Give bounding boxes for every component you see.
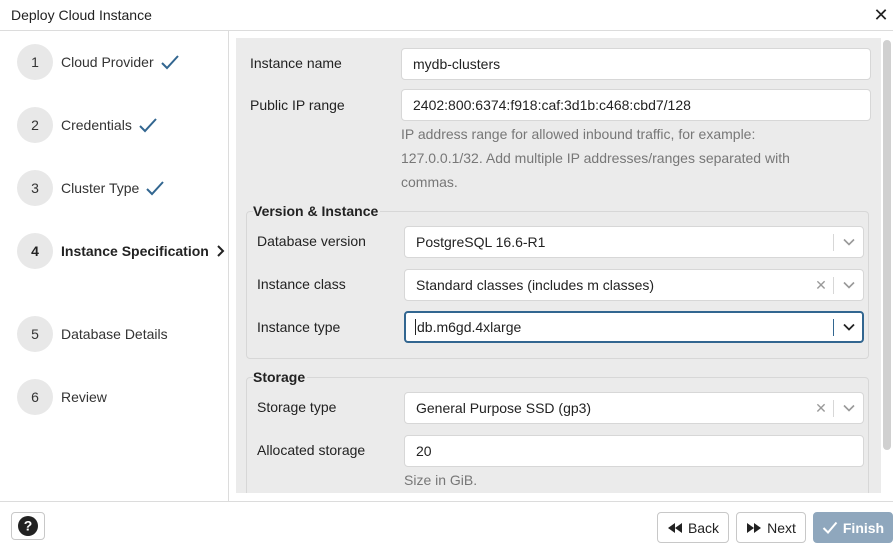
step-database-details[interactable]: 5 Database Details (17, 316, 168, 352)
clear-icon[interactable]: ✕ (814, 270, 828, 300)
chevron-down-icon[interactable] (842, 278, 856, 292)
chevron-down-icon[interactable] (842, 401, 856, 415)
instance-type-text: db.m6gd.4xlarge (417, 319, 522, 335)
allocated-storage-input[interactable]: 20 (404, 435, 864, 467)
instance-type-value: db.m6gd.4xlarge (415, 313, 521, 341)
form-panel: Instance name mydb-clusters Public IP ra… (236, 38, 881, 493)
text-caret (415, 319, 416, 336)
storage-title: Storage (253, 369, 308, 385)
step-label: Instance Specification (61, 243, 209, 259)
back-button[interactable]: Back (657, 512, 729, 543)
public-ip-help: IP address range for allowed inbound tra… (401, 122, 871, 194)
step-number: 1 (17, 44, 53, 80)
database-version-value: PostgreSQL 16.6-R1 (416, 234, 546, 250)
finish-button[interactable]: Finish (813, 512, 893, 543)
storage-type-label: Storage type (257, 399, 337, 415)
chevron-down-icon[interactable] (842, 235, 856, 249)
select-separator (833, 400, 834, 417)
allocated-storage-help: Size in GiB. (404, 472, 478, 488)
instance-class-label: Instance class (257, 276, 346, 292)
step-number: 2 (17, 107, 53, 143)
next-label: Next (767, 519, 796, 536)
check-icon (138, 117, 158, 133)
chevron-down-icon[interactable] (842, 320, 856, 334)
instance-type-label: Instance type (257, 319, 341, 335)
step-label: Database Details (61, 326, 168, 342)
allocated-storage-label: Allocated storage (257, 442, 366, 458)
step-number: 3 (17, 170, 53, 206)
close-icon[interactable]: ✕ (871, 4, 891, 26)
question-icon: ? (18, 516, 38, 536)
step-number: 5 (17, 316, 53, 352)
step-label: Cloud Provider (61, 54, 154, 70)
check-icon (160, 54, 180, 70)
wizard-steps: 1 Cloud Provider 2 Credentials 3 Cluster… (0, 31, 229, 501)
step-label: Cluster Type (61, 180, 140, 196)
step-instance-specification[interactable]: 4 Instance Specification (17, 233, 227, 269)
select-separator (833, 319, 834, 336)
instance-type-select[interactable]: db.m6gd.4xlarge (404, 311, 864, 343)
instance-name-label: Instance name (250, 55, 342, 71)
step-number: 6 (17, 379, 53, 415)
select-separator (833, 277, 834, 294)
dialog-footer: ? Back Next Finish (0, 501, 893, 554)
check-icon (145, 180, 165, 196)
help-button[interactable]: ? (11, 512, 45, 540)
help-line: IP address range for allowed inbound tra… (401, 126, 756, 142)
database-version-label: Database version (257, 233, 366, 249)
fast-forward-icon (747, 522, 762, 533)
instance-name-input[interactable]: mydb-clusters (401, 48, 871, 80)
clear-icon[interactable]: ✕ (814, 393, 828, 423)
question-glyph: ? (24, 518, 33, 534)
step-cloud-provider[interactable]: 1 Cloud Provider (17, 44, 180, 80)
step-number: 4 (17, 233, 53, 269)
select-separator (833, 234, 834, 251)
help-line: 127.0.0.1/32. Add multiple IP addresses/… (401, 150, 790, 166)
check-icon (822, 521, 838, 534)
next-button[interactable]: Next (736, 512, 806, 543)
finish-label: Finish (842, 519, 885, 536)
rewind-icon (667, 522, 682, 533)
content-scrollbar[interactable] (883, 40, 891, 450)
instance-class-value: Standard classes (includes m classes) (416, 277, 655, 293)
step-cluster-type[interactable]: 3 Cluster Type (17, 170, 165, 206)
storage-type-select[interactable]: General Purpose SSD (gp3) ✕ (404, 392, 864, 424)
help-line: commas. (401, 174, 458, 190)
storage-type-value: General Purpose SSD (gp3) (416, 400, 592, 416)
step-label: Credentials (61, 117, 132, 133)
step-label: Review (61, 389, 107, 405)
dialog-title: Deploy Cloud Instance (11, 7, 152, 23)
step-review[interactable]: 6 Review (17, 379, 107, 415)
public-ip-label: Public IP range (250, 97, 345, 113)
database-version-select[interactable]: PostgreSQL 16.6-R1 (404, 226, 864, 258)
chevron-right-icon (215, 244, 227, 258)
back-label: Back (687, 519, 720, 536)
version-instance-title: Version & Instance (253, 203, 381, 219)
instance-class-select[interactable]: Standard classes (includes m classes) ✕ (404, 269, 864, 301)
step-credentials[interactable]: 2 Credentials (17, 107, 158, 143)
public-ip-input[interactable]: 2402:800:6374:f918:caf:3d1b:c468:cbd7/12… (401, 89, 871, 121)
title-bar: Deploy Cloud Instance ✕ (0, 0, 893, 31)
